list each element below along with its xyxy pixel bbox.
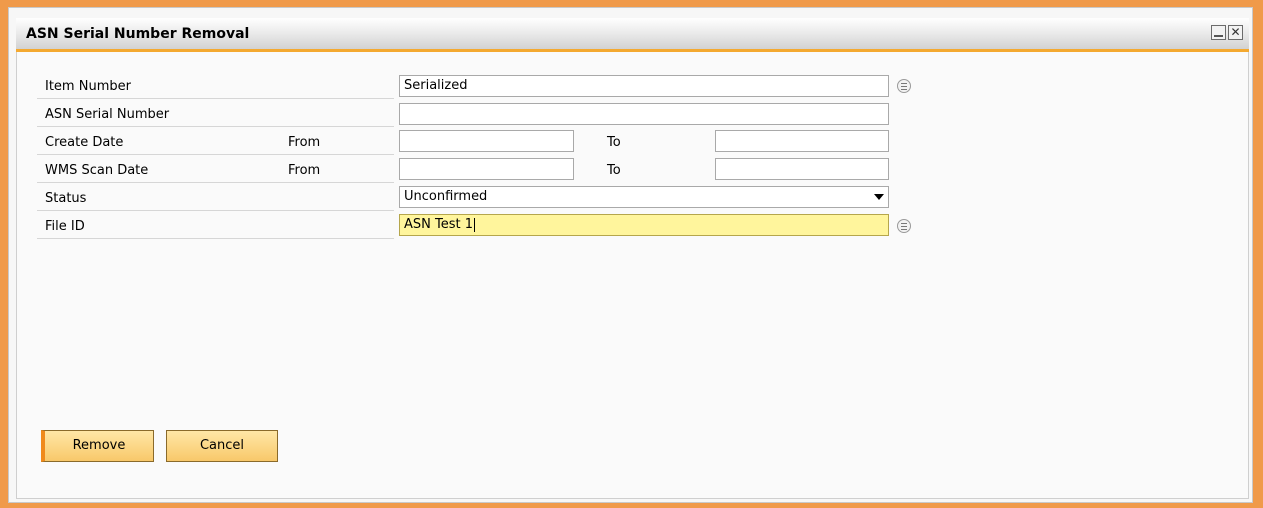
wms-scan-date-label: WMS Scan Date <box>45 163 149 178</box>
remove-button[interactable]: Remove <box>41 430 154 462</box>
row-divider <box>37 98 394 99</box>
wms-scan-date-to-label: To <box>607 163 621 178</box>
item-number-input[interactable]: Serialized <box>399 75 889 97</box>
row-divider <box>37 126 394 127</box>
minimize-icon[interactable] <box>1211 25 1226 40</box>
wms-scan-date-from-label: From <box>288 163 321 178</box>
row-divider <box>37 210 394 211</box>
lookup-icon[interactable] <box>897 79 911 93</box>
title-bar: ASN Serial Number Removal ✕ <box>16 18 1249 52</box>
file-id-input[interactable]: ASN Test 1 <box>399 214 889 236</box>
status-selected-value: Unconfirmed <box>404 189 488 204</box>
asn-serial-number-input[interactable] <box>399 103 889 125</box>
window-title: ASN Serial Number Removal <box>26 26 250 42</box>
create-date-from-label: From <box>288 135 321 150</box>
status-select[interactable]: Unconfirmed <box>399 186 889 208</box>
lookup-icon[interactable] <box>897 219 911 233</box>
wms-scan-date-from-input[interactable] <box>399 158 574 180</box>
wms-scan-date-to-input[interactable] <box>715 158 889 180</box>
close-icon[interactable]: ✕ <box>1228 25 1243 40</box>
create-date-to-label: To <box>607 135 621 150</box>
create-date-label: Create Date <box>45 135 124 150</box>
cancel-button[interactable]: Cancel <box>166 430 278 462</box>
status-label: Status <box>45 191 87 206</box>
file-id-value: ASN Test 1 <box>404 217 474 232</box>
text-caret <box>474 217 476 232</box>
asn-serial-number-label: ASN Serial Number <box>45 107 170 122</box>
create-date-to-input[interactable] <box>715 130 889 152</box>
file-id-label: File ID <box>45 219 85 234</box>
row-divider <box>37 182 394 183</box>
row-divider <box>37 238 394 239</box>
chevron-down-icon[interactable] <box>874 194 884 200</box>
create-date-from-input[interactable] <box>399 130 574 152</box>
item-number-label: Item Number <box>45 79 131 94</box>
row-divider <box>37 154 394 155</box>
